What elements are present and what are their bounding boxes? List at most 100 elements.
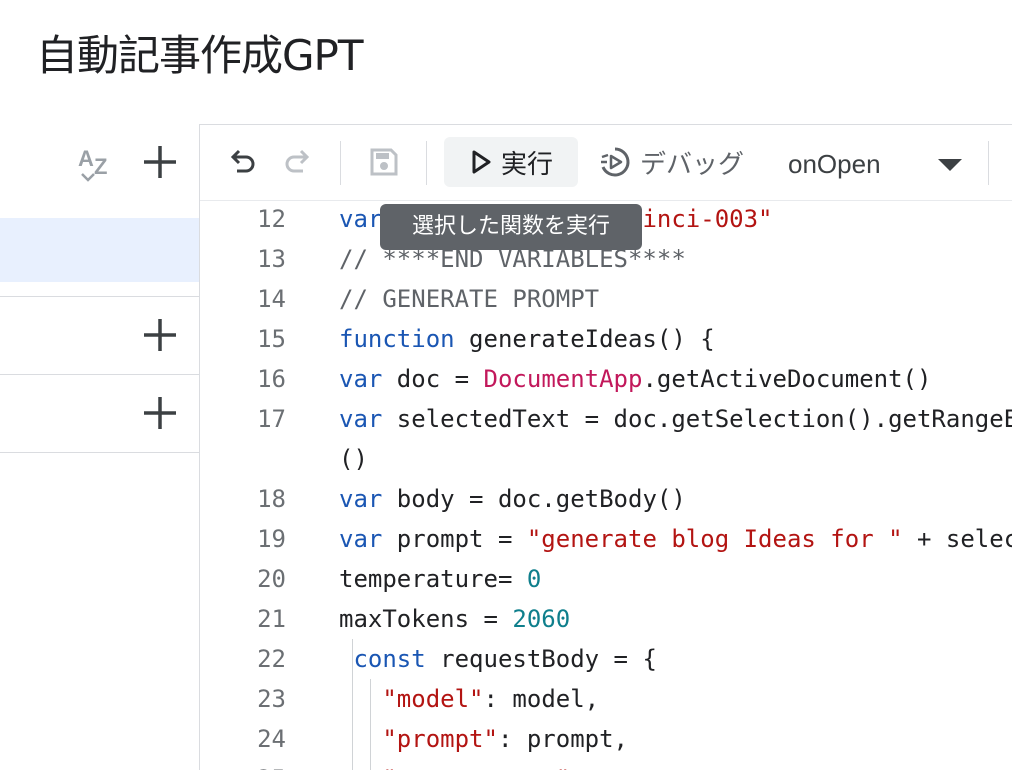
undo-icon <box>230 149 255 173</box>
code-token: "generate blog Ideas for " <box>526 525 903 553</box>
code-line[interactable]: 18 var body = doc.getBody() <box>200 479 1012 519</box>
code-token: var <box>339 405 383 433</box>
project-title: 自動記事作成GPT <box>36 31 364 80</box>
code-line[interactable]: 25 "temperature": temperature, <box>200 759 1012 770</box>
code-line[interactable]: 15 function generateIdeas() { <box>200 319 1012 359</box>
line-number: 22 <box>257 645 286 673</box>
line-number: 18 <box>257 485 286 513</box>
svg-text:A: A <box>78 146 94 171</box>
code-token: "prompt" <box>382 725 498 753</box>
line-number: 24 <box>257 725 286 753</box>
code-text: var body = doc.getBody() <box>339 479 686 519</box>
code-token: var <box>339 365 383 393</box>
code-token: "temperature" <box>382 765 570 770</box>
line-number: 17 <box>257 405 286 433</box>
code-line[interactable]: 23 "model": model, <box>200 679 1012 719</box>
code-token: prompt = <box>382 525 527 553</box>
code-editor[interactable]: 12var model = "text-davinci-003"13// ***… <box>200 201 1012 770</box>
code-token: 2060 <box>512 605 571 633</box>
editor-toolbar: 実行 デバッグ onOpen <box>200 125 1012 200</box>
files-panel: A Z <box>0 124 199 770</box>
svg-text:Z: Z <box>94 154 107 179</box>
add-library-icon[interactable] <box>140 315 180 355</box>
code-token: generateIdeas() { <box>454 325 715 353</box>
code-token: // GENERATE PROMPT <box>339 285 600 313</box>
code-text: const requestBody = { <box>339 639 657 679</box>
redo-button[interactable] <box>276 137 320 187</box>
toolbar-separator <box>340 141 341 185</box>
add-file-icon[interactable] <box>140 142 180 182</box>
code-line[interactable]: 17 var selectedText = doc.getSelection().… <box>200 399 1012 439</box>
code-token: doc = <box>382 365 484 393</box>
code-token: requestBody = { <box>425 645 657 673</box>
libraries-section <box>0 296 199 375</box>
code-token: "model" <box>382 685 484 713</box>
debug-label: デバッグ <box>640 149 745 180</box>
toolbar-separator <box>426 141 427 185</box>
line-number: 16 <box>257 365 286 393</box>
code-text: // GENERATE PROMPT <box>339 279 599 319</box>
code-token: : prompt, <box>497 725 628 753</box>
section-divider <box>0 452 199 453</box>
code-token: var <box>339 525 383 553</box>
indent-guide <box>370 679 371 770</box>
play-icon <box>472 150 491 174</box>
code-text: maxTokens = 2060 <box>339 599 570 639</box>
run-button[interactable]: 実行 <box>444 137 578 187</box>
code-token: : temperature, <box>570 765 772 770</box>
services-section <box>0 374 199 453</box>
code-line[interactable]: 19 var prompt = "generate blog Ideas for … <box>200 519 1012 559</box>
code-text: "model": model, <box>339 679 599 719</box>
code-line[interactable]: 24 "prompt": prompt, <box>200 719 1012 759</box>
code-token: function <box>339 325 455 353</box>
code-token: maxTokens = <box>339 605 513 633</box>
redo-icon <box>285 149 310 173</box>
run-label: 実行 <box>500 149 553 180</box>
line-number: 15 <box>257 325 286 353</box>
debug-button[interactable]: デバッグ <box>598 137 758 187</box>
undo-button[interactable] <box>220 137 264 187</box>
code-text: function generateIdeas() { <box>339 319 715 359</box>
code-line[interactable]: () <box>200 439 1012 479</box>
code-token: var <box>339 485 383 513</box>
code-line[interactable]: 20 temperature= 0 <box>200 559 1012 599</box>
toolbar-separator <box>988 141 989 185</box>
code-token: selectedText = doc.getSelection().getRan… <box>396 405 1012 433</box>
save-button[interactable] <box>360 137 408 187</box>
code-token: .getActiveDocument() <box>642 365 932 393</box>
file-item-selected[interactable] <box>0 218 199 282</box>
add-service-icon[interactable] <box>140 393 180 433</box>
code-text: "temperature": temperature, <box>339 759 772 770</box>
line-number: 25 <box>200 759 286 770</box>
debug-icon <box>601 147 630 177</box>
code-line[interactable]: 16 var doc = DocumentApp.getActiveDocumen… <box>200 359 1012 399</box>
files-toolbar: A Z <box>0 124 199 200</box>
code-token: const <box>353 645 426 673</box>
line-number: 23 <box>257 685 286 713</box>
code-text: var selectedText = doc.getSelection().ge… <box>339 399 1012 439</box>
code-line[interactable]: 14 // GENERATE PROMPT <box>200 279 1012 319</box>
code-line[interactable]: 22 const requestBody = { <box>200 639 1012 679</box>
code-token: body = doc.getBody() <box>382 485 686 513</box>
line-number: 14 <box>257 285 286 313</box>
code-text: temperature= 0 <box>339 559 541 599</box>
code-line[interactable]: 21 maxTokens = 2060 <box>200 599 1012 639</box>
run-tooltip: 選択した関数を実行 <box>380 204 642 250</box>
code-token: + selectedText; <box>916 525 1012 553</box>
code-token: var <box>339 205 383 233</box>
code-token: : model, <box>483 685 600 713</box>
code-token: DocumentApp <box>483 365 643 393</box>
line-number: 21 <box>257 605 286 633</box>
sort-az-icon[interactable]: A Z <box>76 144 116 184</box>
line-number: 12 <box>257 205 286 233</box>
line-number: 19 <box>257 525 286 553</box>
code-token: temperature= <box>339 565 527 593</box>
code-text: "prompt": prompt, <box>339 719 628 759</box>
function-select-value: onOpen <box>788 149 881 179</box>
code-token: 0 <box>526 565 542 593</box>
code-text: var doc = DocumentApp.getActiveDocument(… <box>339 359 931 399</box>
function-select[interactable]: onOpen <box>786 145 986 185</box>
